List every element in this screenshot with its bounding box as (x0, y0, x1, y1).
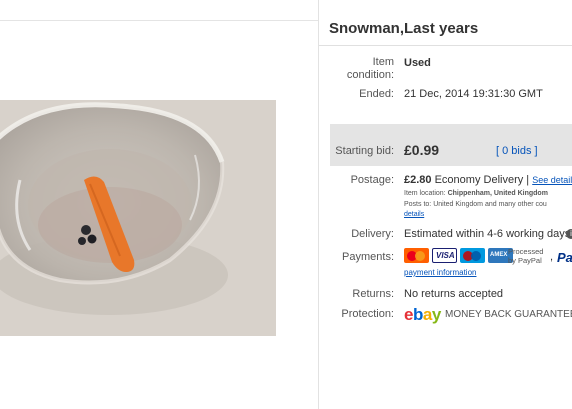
title-divider (319, 45, 572, 46)
starting-bid-amount: £0.99 (404, 142, 440, 158)
posts-to-label: Posts to: (404, 201, 432, 208)
money-back-guarantee: MONEY BACK GUARANTEE (445, 309, 572, 320)
ebay-logo: ebay (404, 305, 441, 324)
posts-to-details-link[interactable]: details (404, 211, 424, 218)
returns-value: No returns accepted (404, 288, 504, 300)
condition-label: Item condition: (346, 56, 394, 81)
see-details-link[interactable]: See details (532, 175, 572, 185)
processed-by-paypal: Processed by PayPal (508, 247, 544, 265)
comma: , (550, 251, 554, 263)
mastercard-icon (404, 248, 429, 263)
payment-information-link[interactable]: payment information (404, 268, 476, 277)
ended-value: 21 Dec, 2014 19:31:30 GMT (404, 88, 543, 100)
postage-label: Postage: (350, 174, 394, 186)
postage-price: £2.80 (404, 174, 432, 186)
panel-divider (318, 0, 319, 409)
ended-label: Ended: (359, 88, 394, 100)
payments-label: Payments: (342, 251, 394, 263)
info-icon[interactable]: i (566, 229, 572, 239)
visa-icon: VISA (432, 248, 457, 263)
maestro-icon (460, 248, 485, 263)
returns-label: Returns: (352, 288, 394, 300)
item-location: Item location: Chippenham, United Kingdo… (404, 190, 548, 197)
protection-label: Protection: (341, 308, 394, 320)
postage-method: Economy Delivery (434, 174, 524, 186)
posts-to: Posts to: United Kingdom and many other … (404, 201, 547, 208)
posts-to-value: United Kingdom and many other cou (433, 201, 547, 208)
bids-count-link[interactable]: [ 0 bids ] (496, 145, 538, 157)
paypal-logo: Pa (557, 250, 572, 265)
item-photo[interactable] (0, 100, 276, 336)
listing-title: Snowman,Last years (329, 20, 479, 37)
snowman-bowl-image (0, 100, 276, 336)
item-location-value: Chippenham, United Kingdom (447, 190, 548, 197)
condition-value: Used (404, 57, 431, 69)
postage-line: £2.80 Economy Delivery | See details (404, 174, 572, 186)
panel-top-divider (0, 20, 318, 21)
delivery-label: Delivery: (351, 228, 394, 240)
postage-separator: | (526, 174, 530, 186)
starting-bid-label: Starting bid: (335, 145, 394, 157)
item-location-label: Item location: (404, 190, 446, 197)
image-panel (0, 0, 318, 409)
delivery-value: Estimated within 4-6 working days (404, 228, 571, 240)
